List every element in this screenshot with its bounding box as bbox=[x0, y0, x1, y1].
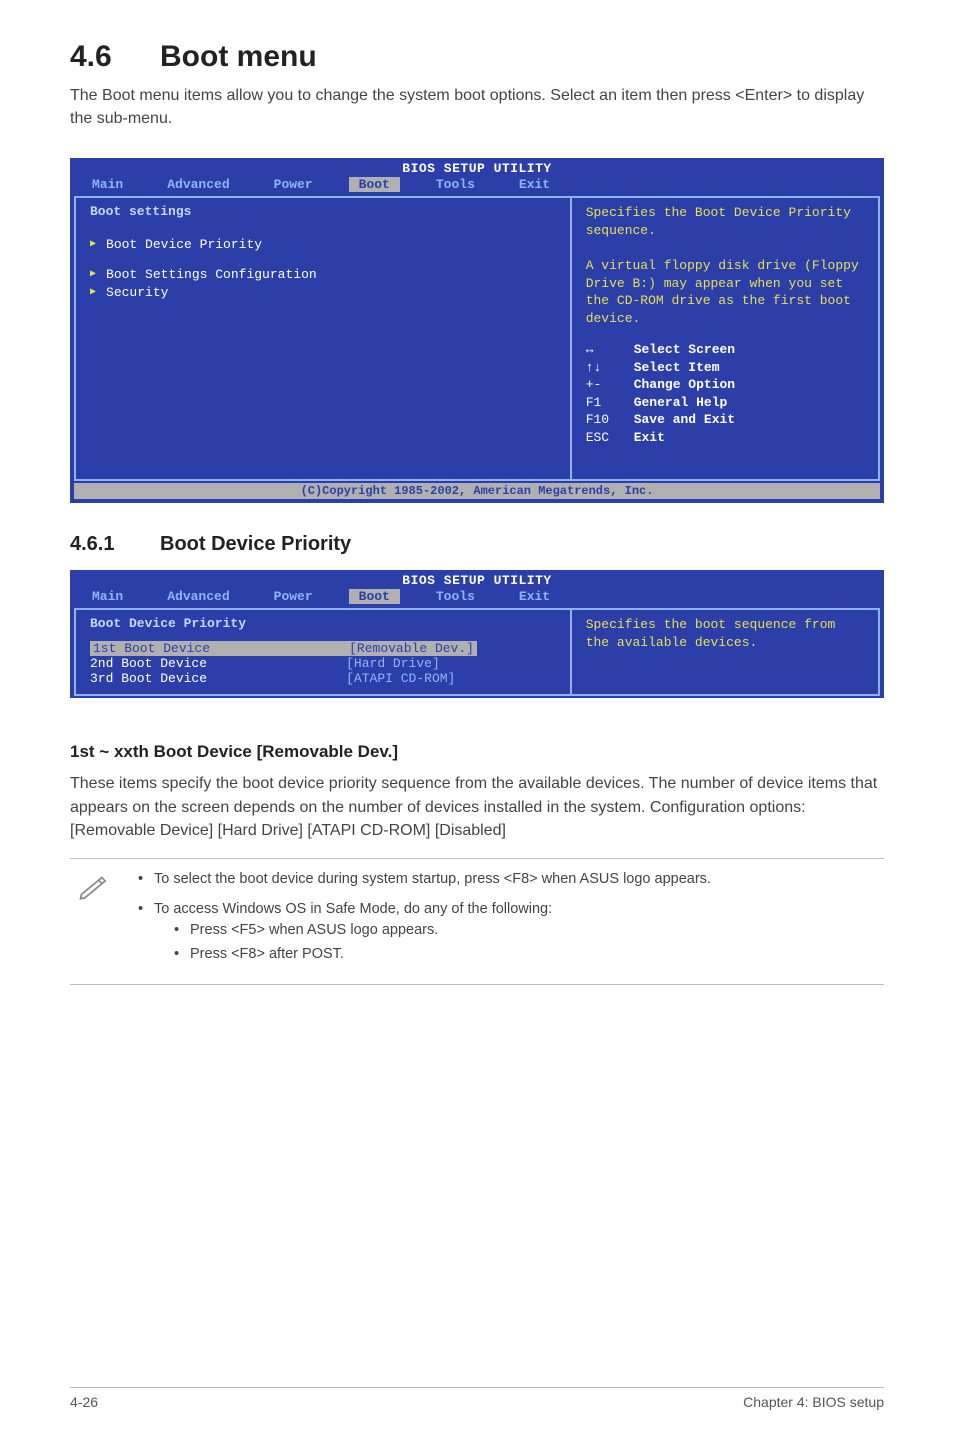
bios-key-legend: ↔Select Screen ↑↓Select Item +-Change Op… bbox=[586, 341, 864, 446]
bios-help-text: Specifies the Boot Device Priority seque… bbox=[586, 204, 864, 327]
bios-section-title: Boot settings bbox=[90, 204, 556, 219]
note-box: To select the boot device during system … bbox=[70, 858, 884, 985]
heading-title: Boot menu bbox=[160, 40, 317, 73]
bios-help-text: Specifies the boot sequence from the ava… bbox=[586, 616, 864, 651]
bios-tab-power: Power bbox=[266, 177, 321, 192]
note-item: To access Windows OS in Safe Mode, do an… bbox=[134, 899, 711, 966]
bios-tab-exit: Exit bbox=[511, 177, 558, 192]
pencil-icon bbox=[78, 869, 114, 974]
bios-tab-tools: Tools bbox=[428, 589, 483, 604]
bios-help-pane: Specifies the boot sequence from the ava… bbox=[571, 608, 880, 696]
bios-row-3rd-boot: 3rd Boot Device[ATAPI CD-ROM] bbox=[90, 671, 556, 686]
subsection-title: Boot Device Priority bbox=[160, 533, 351, 555]
bios-tab-boot: Boot bbox=[349, 589, 400, 604]
bios-tab-bar: Main Advanced Power Boot Tools Exit bbox=[70, 589, 884, 608]
bios-tab-main: Main bbox=[84, 589, 131, 604]
bios-title: BIOS SETUP UTILITY bbox=[70, 570, 884, 589]
note-subitem: Press <F8> after POST. bbox=[154, 944, 711, 966]
intro-paragraph: The Boot menu items allow you to change … bbox=[70, 84, 884, 130]
note-item: To select the boot device during system … bbox=[134, 869, 711, 891]
note-subitem: Press <F5> when ASUS logo appears. bbox=[154, 920, 711, 942]
option-paragraph: These items specify the boot device prio… bbox=[70, 772, 884, 842]
bios-left-pane: Boot settings Boot Device Priority Boot … bbox=[74, 196, 571, 481]
bios-row-1st-boot: 1st Boot Device[Removable Dev.] bbox=[90, 641, 556, 656]
option-heading: 1st ~ xxth Boot Device [Removable Dev.] bbox=[70, 742, 884, 762]
page-footer: 4-26 Chapter 4: BIOS setup bbox=[70, 1387, 884, 1410]
chapter-label: Chapter 4: BIOS setup bbox=[743, 1394, 884, 1410]
bios-tab-advanced: Advanced bbox=[159, 177, 237, 192]
torn-edge-graphic bbox=[70, 698, 884, 712]
subsection-number: 4.6.1 bbox=[70, 533, 160, 556]
bios-tab-exit: Exit bbox=[511, 589, 558, 604]
bios-copyright-footer: (C)Copyright 1985-2002, American Megatre… bbox=[74, 483, 880, 499]
bios-tab-power: Power bbox=[266, 589, 321, 604]
heading-number: 4.6 bbox=[70, 40, 160, 74]
bios-left-pane: Boot Device Priority 1st Boot Device[Rem… bbox=[74, 608, 571, 696]
bios-help-pane: Specifies the Boot Device Priority seque… bbox=[571, 196, 880, 481]
page-number: 4-26 bbox=[70, 1394, 98, 1410]
bios-tab-advanced: Advanced bbox=[159, 589, 237, 604]
bios-section-title: Boot Device Priority bbox=[90, 616, 556, 631]
bios-item-boot-settings-config: Boot Settings Configuration bbox=[90, 267, 556, 283]
bios-title: BIOS SETUP UTILITY bbox=[70, 158, 884, 177]
bios-tab-boot: Boot bbox=[349, 177, 400, 192]
bios-tab-main: Main bbox=[84, 177, 131, 192]
bios-tab-bar: Main Advanced Power Boot Tools Exit bbox=[70, 177, 884, 196]
bios-row-2nd-boot: 2nd Boot Device[Hard Drive] bbox=[90, 656, 556, 671]
subsection-heading: 4.6.1Boot Device Priority bbox=[70, 533, 884, 556]
bios-item-security: Security bbox=[90, 285, 556, 301]
page-heading: 4.6Boot menu bbox=[70, 40, 884, 74]
bios-screenshot-boot-settings: BIOS SETUP UTILITY Main Advanced Power B… bbox=[70, 158, 884, 503]
bios-tab-tools: Tools bbox=[428, 177, 483, 192]
note-list: To select the boot device during system … bbox=[134, 869, 711, 974]
bios-screenshot-boot-device-priority: BIOS SETUP UTILITY Main Advanced Power B… bbox=[70, 570, 884, 700]
bios-item-boot-device-priority: Boot Device Priority bbox=[90, 237, 556, 253]
